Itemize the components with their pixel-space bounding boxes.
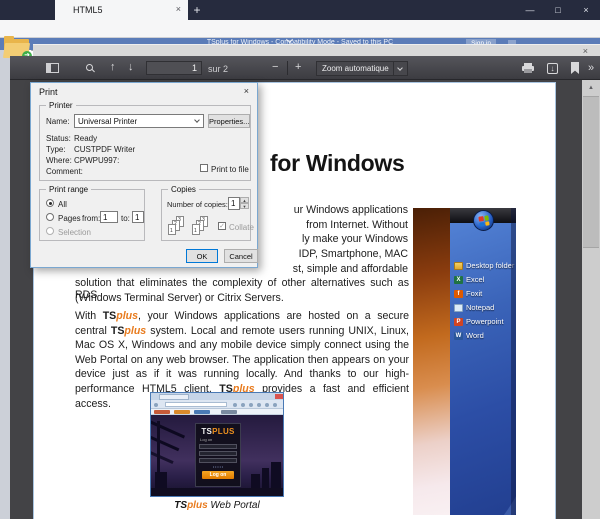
collate-pages-icon: 3 2 1 — [192, 216, 212, 238]
desktop-item-desktop-folder[interactable]: Desktop folder — [454, 260, 514, 271]
folder-icon — [454, 262, 463, 270]
web-portal-image: TSPLUS Log on • • • • • Log on — [150, 392, 284, 497]
ok-button[interactable]: OK — [186, 249, 218, 263]
browser-tab[interactable]: HTML5 × — [55, 0, 188, 20]
portal-logon-button: Log on — [202, 471, 234, 479]
chevron-down-icon — [397, 65, 403, 71]
tsplus-logo: TSPLUS — [196, 427, 240, 436]
pdf-window-top-edge: × — [33, 44, 600, 56]
browser-titlebar: HTML5 × + — □ × — [0, 0, 600, 20]
cancel-button[interactable]: Cancel — [224, 249, 258, 263]
paragraph-fragment: ly make your Windows — [258, 233, 408, 245]
paragraph-fragment: st, simple and affordable — [258, 263, 408, 275]
scrollbar-thumb[interactable] — [583, 96, 599, 248]
desktop-item-foxit[interactable]: f Foxit — [454, 288, 482, 299]
mini-close-icon — [275, 394, 284, 399]
pages-to-input[interactable] — [132, 211, 144, 223]
page-down-icon[interactable]: ↓ — [128, 62, 134, 73]
printer-type: CUSTPDF Writer — [74, 145, 135, 154]
zoom-out-button[interactable]: − — [272, 62, 278, 73]
close-icon[interactable]: × — [583, 46, 588, 56]
powerpoint-icon: P — [454, 318, 463, 326]
copies-input[interactable] — [228, 197, 240, 210]
page-number-input[interactable] — [146, 61, 202, 75]
printer-name-select[interactable]: Universal Printer — [74, 114, 204, 128]
scrollbar[interactable]: ▲ — [582, 80, 600, 519]
range-all-radio[interactable] — [46, 199, 54, 207]
copies-group: Copies Number of copies: ▲▼ 3 2 1 3 2 1 … — [161, 189, 251, 241]
windows-desktop-image: Desktop folder X Excel f Foxit Notepad P… — [413, 208, 516, 515]
notepad-icon — [454, 304, 463, 312]
desktop-item-excel[interactable]: X Excel — [454, 274, 484, 285]
print-dialog: Print × Printer Name: Universal Printer … — [30, 82, 258, 268]
app-panel: Desktop folder X Excel f Foxit Notepad P… — [450, 208, 516, 515]
window-minimize-button[interactable]: — — [522, 3, 538, 17]
bridge-silhouette — [150, 417, 185, 438]
foxit-icon: f — [454, 290, 463, 298]
portal-login-panel: TSPLUS Log on • • • • • Log on — [195, 423, 241, 487]
pdf-find-icon[interactable] — [86, 64, 93, 71]
bookmark-icon[interactable] — [571, 62, 579, 74]
window-maximize-button[interactable]: □ — [550, 3, 566, 17]
portal-field — [199, 458, 237, 463]
scroll-up-icon[interactable]: ▲ — [582, 80, 600, 96]
copies-stepper[interactable]: ▲▼ — [240, 197, 249, 210]
printer-where: CPWPU997: — [74, 156, 119, 165]
word-icon: W — [454, 332, 463, 340]
range-pages-radio[interactable] — [46, 213, 54, 221]
collate-checkbox[interactable]: ✓ — [218, 222, 226, 230]
chevron-down-icon — [194, 117, 200, 123]
zoom-select-value: Zoom automatique — [322, 64, 393, 73]
portal-field — [199, 444, 237, 449]
page-up-icon[interactable]: ↑ — [110, 62, 116, 73]
properties-button[interactable]: Properties... — [208, 114, 250, 128]
print-dialog-titlebar[interactable]: Print × — [31, 83, 257, 99]
paragraph-line: (Windows Terminal Server) or Citrix Serv… — [75, 292, 409, 304]
windows-logo-icon — [473, 210, 494, 231]
print-icon[interactable] — [522, 63, 534, 73]
paragraph-fragment: from Internet. Without — [258, 219, 408, 231]
zoom-select[interactable]: Zoom automatique — [316, 61, 408, 76]
window-close-button[interactable]: × — [578, 3, 594, 17]
range-selection-radio[interactable] — [46, 227, 54, 235]
new-tab-button[interactable]: + — [188, 2, 206, 18]
more-tools-icon[interactable]: » — [588, 62, 594, 74]
mini-browser-titlebar — [151, 393, 284, 400]
excel-icon: X — [454, 276, 463, 284]
print-dialog-title: Print — [39, 87, 58, 97]
image-caption: TSplus Web Portal — [150, 500, 284, 511]
rock-wallpaper — [413, 208, 450, 515]
background-window-edge — [0, 38, 10, 519]
print-to-file-checkbox[interactable] — [200, 164, 208, 172]
tab-title: HTML5 — [73, 5, 103, 15]
mini-browser-toolbar — [151, 400, 284, 409]
pages-from-input[interactable] — [100, 211, 118, 223]
portal-field — [199, 451, 237, 456]
browser-navbar: ← → ↻ ⌂ ≡ — [0, 20, 600, 38]
document-heading: for Windows — [270, 150, 404, 177]
screen: HTML5 × + — □ × ← → ↻ ⌂ ≡ TSplus for Win — [0, 0, 600, 519]
tab-close-icon[interactable]: × — [176, 4, 181, 14]
paragraph-fragment: ur Windows applications — [258, 204, 408, 216]
zoom-in-button[interactable]: + — [295, 62, 301, 73]
close-icon[interactable]: × — [244, 86, 249, 96]
night-city-scene: TSPLUS Log on • • • • • Log on — [151, 415, 284, 497]
download-icon[interactable]: ↓ — [547, 63, 558, 74]
collate-pages-icon: 3 2 1 — [168, 216, 188, 238]
printer-group: Printer Name: Universal Printer Properti… — [39, 105, 251, 181]
pdf-toolbar: ↑ ↓ sur 2 − + Zoom automatique ↓ » — [10, 56, 600, 80]
print-range-group: Print range All Pages from: to: Selectio… — [39, 189, 145, 241]
desktop-item-powerpoint[interactable]: P Powerpoint — [454, 316, 504, 327]
printer-status: Ready — [74, 134, 97, 143]
page-count-label: sur 2 — [208, 64, 228, 74]
pdf-sidebar-toggle-icon[interactable] — [46, 63, 59, 73]
desktop-item-notepad[interactable]: Notepad — [454, 302, 494, 313]
desktop-item-word[interactable]: W Word — [454, 330, 484, 341]
paragraph-fragment: IDP, Smartphone, MAC — [258, 248, 408, 260]
